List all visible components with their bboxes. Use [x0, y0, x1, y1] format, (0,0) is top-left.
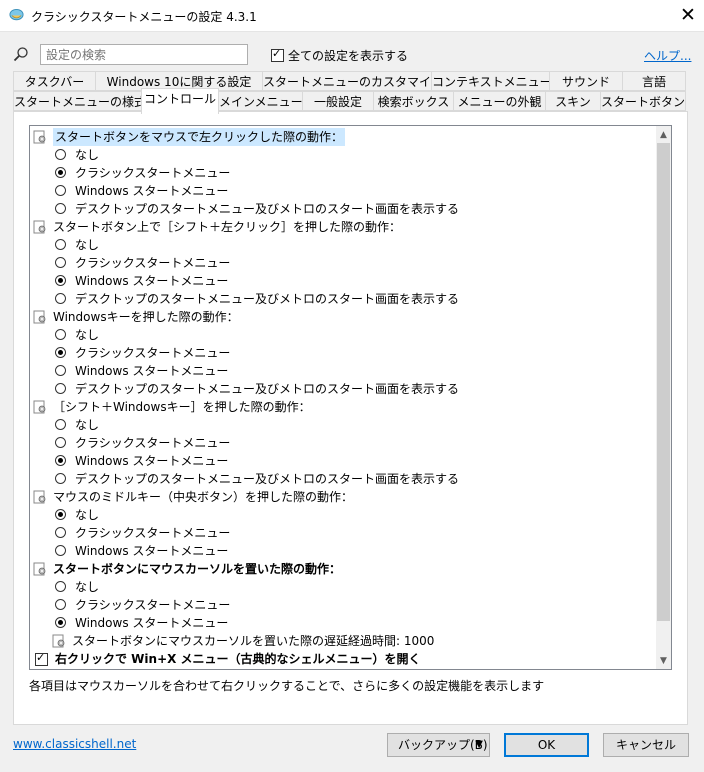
scroll-down-icon[interactable]: ▼	[656, 653, 671, 669]
tab-start-menu-style[interactable]: スタートメニューの様式	[13, 91, 142, 111]
tab-customize-start-menu[interactable]: スタートメニューのカスタマイズ	[262, 71, 432, 91]
setting-label: クラシックスタートメニュー	[75, 166, 231, 180]
radio-unselected-icon[interactable]	[55, 257, 66, 268]
radio-unselected-icon[interactable]	[55, 185, 66, 196]
app-shell-icon	[9, 8, 24, 21]
tab-search-box[interactable]: 検索ボックス	[373, 91, 454, 111]
scroll-up-icon[interactable]: ▲	[656, 127, 671, 143]
setting-label: デスクトップのスタートメニュー及びメトロのスタート画面を表示する	[75, 382, 460, 396]
radio-unselected-icon[interactable]	[55, 329, 66, 340]
setting-label: Windows スタートメニュー	[75, 364, 229, 378]
show-all-checkbox[interactable]: ✓	[271, 47, 284, 62]
setting-label: Windows スタートメニュー	[75, 616, 229, 630]
tab-taskbar[interactable]: タスクバー	[13, 71, 96, 91]
checkbox-checked-icon[interactable]: ✓	[35, 651, 48, 666]
setting-label: クラシックスタートメニュー	[75, 436, 231, 450]
radio-unselected-icon[interactable]	[55, 545, 66, 556]
search-icon	[13, 47, 28, 62]
dropdown-arrow-icon: ▼	[475, 739, 483, 750]
tab-context-menu[interactable]: コンテキストメニュー	[431, 71, 550, 91]
radio-unselected-icon[interactable]	[55, 437, 66, 448]
radio-selected-icon[interactable]	[55, 347, 66, 358]
radio-unselected-icon[interactable]	[55, 239, 66, 250]
setting-label: デスクトップのスタートメニュー及びメトロのスタート画面を表示する	[75, 292, 460, 306]
setting-gear-icon	[33, 490, 47, 504]
radio-unselected-icon[interactable]	[55, 581, 66, 592]
radio-unselected-icon[interactable]	[55, 383, 66, 394]
radio-unselected-icon[interactable]	[55, 365, 66, 376]
setting-label: クラシックスタートメニュー	[75, 526, 231, 540]
setting-label: デスクトップのスタートメニュー及びメトロのスタート画面を表示する	[75, 472, 460, 486]
window-title: クラシックスタートメニューの設定 4.3.1	[31, 10, 257, 24]
tab-main-menu[interactable]: メインメニュー	[218, 91, 303, 111]
setting-label: Windows スタートメニュー	[75, 184, 229, 198]
setting-label: なし	[75, 148, 100, 162]
title-bar: クラシックスタートメニューの設定 4.3.1 ✕	[0, 0, 704, 32]
tab-menu-look[interactable]: メニューの外観	[453, 91, 546, 111]
radio-unselected-icon[interactable]	[55, 149, 66, 160]
setting-label: なし	[75, 238, 100, 252]
setting-label: Windows スタートメニュー	[75, 544, 229, 558]
setting-gear-icon	[33, 220, 47, 234]
setting-label: Windowsキーを押した際の動作：	[53, 310, 239, 324]
setting-label: なし	[75, 580, 100, 594]
tab-skin[interactable]: スキン	[545, 91, 601, 111]
setting-gear-icon	[33, 562, 47, 576]
setting-label: スタートボタン上で［シフト＋左クリック］を押した際の動作：	[53, 220, 402, 234]
radio-unselected-icon[interactable]	[55, 419, 66, 430]
tab-controls[interactable]: コントロール	[141, 88, 219, 114]
setting-label: 右クリックで Win+X メニュー（古典的なシェルメニュー）を開く	[55, 652, 421, 666]
website-link[interactable]: www.classicshell.net	[13, 737, 136, 751]
backup-button[interactable]: バックアップ(B) ▼	[387, 733, 490, 757]
setting-label: クラシックスタートメニュー	[75, 598, 231, 612]
radio-selected-icon[interactable]	[55, 509, 66, 520]
close-button[interactable]: ✕	[674, 2, 702, 28]
radio-selected-icon[interactable]	[55, 167, 66, 178]
cancel-button[interactable]: キャンセル	[603, 733, 689, 757]
setting-label: ［シフト＋Windowsキー］を押した際の動作：	[53, 400, 311, 414]
setting-label: スタートボタンにマウスカーソルを置いた際の動作：	[53, 562, 342, 576]
setting-label: Windows スタートメニュー	[75, 454, 229, 468]
radio-unselected-icon[interactable]	[55, 599, 66, 610]
setting-gear-icon	[33, 400, 47, 414]
radio-selected-icon[interactable]	[55, 455, 66, 466]
setting-gear-icon	[33, 130, 47, 144]
setting-label: クラシックスタートメニュー	[75, 256, 231, 270]
backup-label: バックアップ(B)	[398, 738, 488, 752]
tab-language[interactable]: 言語	[622, 71, 686, 91]
show-all-label: 全ての設定を表示する	[288, 49, 409, 63]
radio-selected-icon[interactable]	[55, 617, 66, 628]
setting-label: Windows スタートメニュー	[75, 274, 229, 288]
radio-unselected-icon[interactable]	[55, 293, 66, 304]
setting-label: なし	[75, 418, 100, 432]
radio-unselected-icon[interactable]	[55, 527, 66, 538]
setting-gear-icon	[33, 310, 47, 324]
setting-label: マウスのミドルキー（中央ボタン）を押した際の動作：	[53, 490, 354, 504]
tab-general-settings[interactable]: 一般設定	[302, 91, 374, 111]
settings-tree: スタートボタンをマウスで左クリックした際の動作： なし クラシックスタートメニュー W…	[29, 125, 672, 670]
tab-start-button[interactable]: スタートボタン	[600, 91, 686, 111]
ok-button[interactable]: OK	[504, 733, 589, 757]
setting-label: クラシックスタートメニュー	[75, 346, 231, 360]
setting-label: スタートボタンにマウスカーソルを置いた際の遅延経過時間: 1000	[72, 634, 435, 648]
radio-unselected-icon[interactable]	[55, 203, 66, 214]
setting-gear-icon	[52, 634, 66, 648]
tab-sound[interactable]: サウンド	[549, 71, 623, 91]
setting-label: なし	[75, 328, 100, 342]
help-link[interactable]: ヘルプ...	[644, 47, 691, 64]
hint-text: 各項目はマウスカーソルを合わせて右クリックすることで、さらに多くの設定機能を表示…	[29, 679, 545, 693]
scrollbar-thumb[interactable]	[657, 143, 670, 621]
setting-label: スタートボタンをマウスで左クリックした際の動作：	[53, 128, 346, 146]
radio-selected-icon[interactable]	[55, 275, 66, 286]
setting-label: デスクトップのスタートメニュー及びメトロのスタート画面を表示する	[75, 202, 460, 216]
setting-label: なし	[75, 508, 100, 522]
search-input[interactable]	[40, 44, 248, 65]
radio-unselected-icon[interactable]	[55, 473, 66, 484]
